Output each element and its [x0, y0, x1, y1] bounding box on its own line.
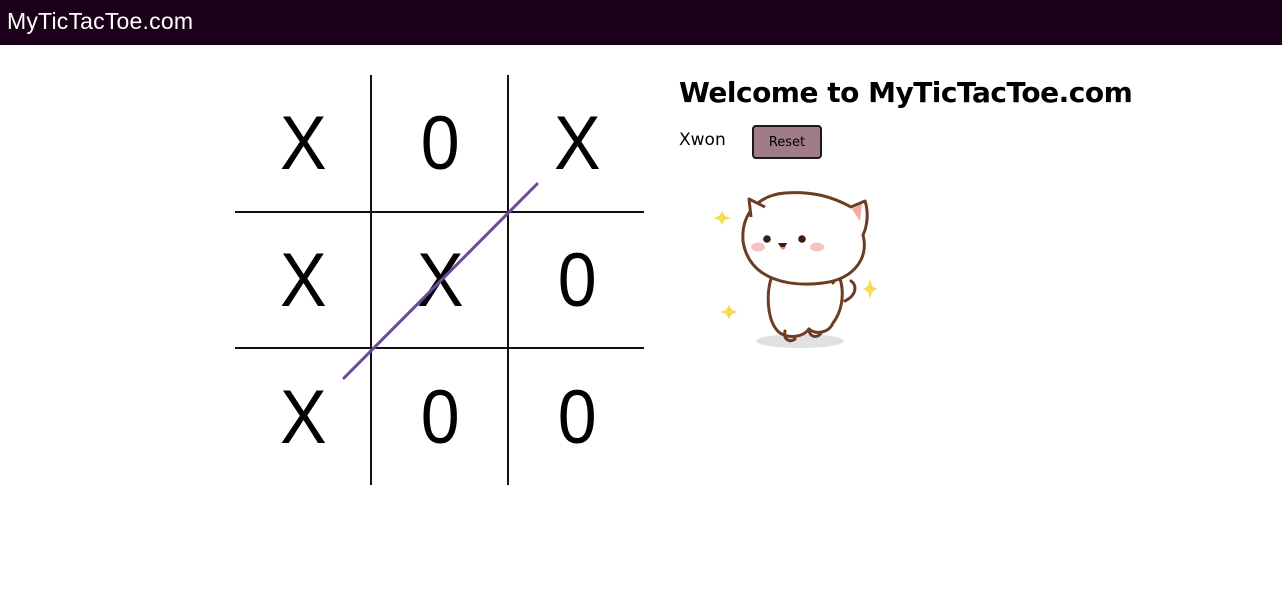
board-cell-8[interactable]: 0: [372, 349, 508, 485]
happy-cat-sticker-icon: [713, 191, 877, 348]
board-cell-1[interactable]: X: [235, 75, 371, 211]
grid-line-horizontal-1: [235, 211, 644, 213]
cell-mark: X: [553, 100, 601, 186]
board-cell-7[interactable]: X: [235, 349, 371, 485]
grid-line-horizontal-2: [235, 347, 644, 349]
top-bar: MyTicTacToe.com: [0, 0, 1282, 45]
site-title: MyTicTacToe.com: [7, 8, 194, 34]
board-cell-4[interactable]: X: [235, 212, 371, 348]
grid-line-vertical-2: [507, 75, 509, 485]
cell-mark: 0: [557, 237, 597, 323]
game-status: Xwon: [679, 130, 726, 150]
cell-mark: 0: [420, 374, 460, 460]
board-cell-6[interactable]: 0: [509, 212, 645, 348]
cell-mark: X: [416, 237, 464, 323]
welcome-heading: Welcome to MyTicTacToe.com: [679, 76, 1133, 109]
cell-mark: 0: [557, 374, 597, 460]
board-cell-9[interactable]: 0: [509, 349, 645, 485]
game-board: X 0 X X X 0 X 0 0: [235, 75, 644, 485]
cell-mark: X: [279, 237, 327, 323]
board-cell-3[interactable]: X: [509, 75, 645, 211]
cell-mark: X: [279, 374, 327, 460]
board-cell-2[interactable]: 0: [372, 75, 508, 211]
reset-button[interactable]: Reset: [752, 125, 822, 159]
cell-mark: X: [279, 100, 327, 186]
grid-line-vertical-1: [370, 75, 372, 485]
cell-mark: 0: [420, 100, 460, 186]
board-cell-5[interactable]: X: [372, 212, 508, 348]
